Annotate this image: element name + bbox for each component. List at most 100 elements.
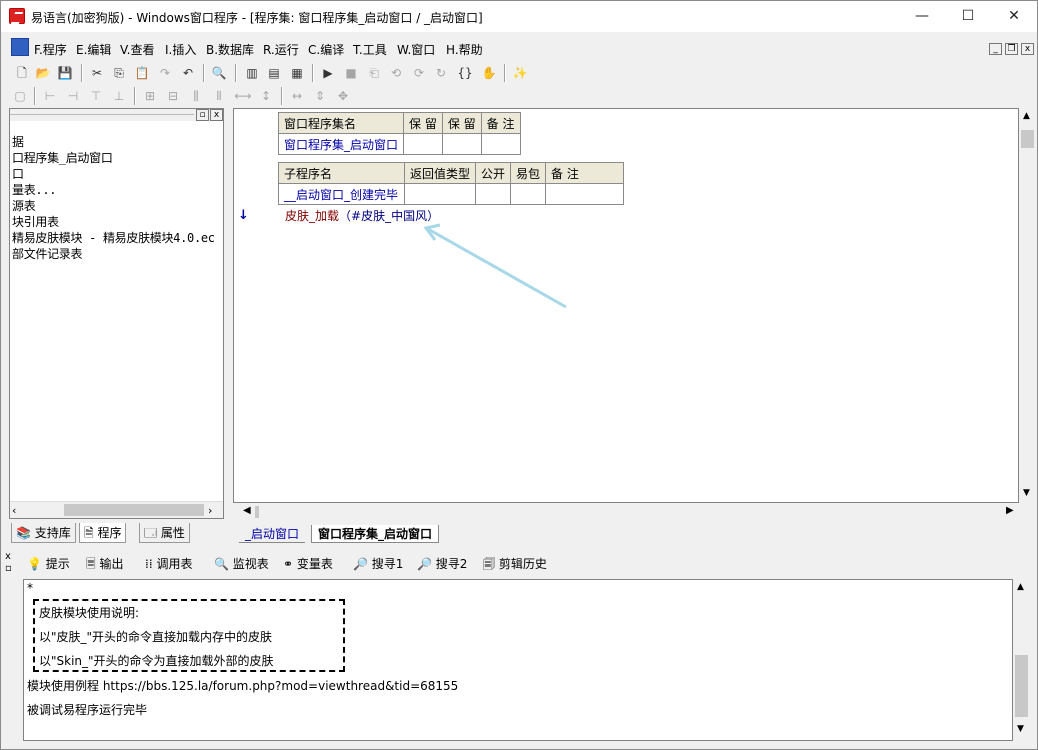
public-cell[interactable] bbox=[475, 183, 512, 205]
menu-compile[interactable]: C.编译 bbox=[308, 41, 344, 58]
menu-help[interactable]: H.帮助 bbox=[446, 41, 483, 58]
braces-icon[interactable]: {} bbox=[456, 64, 474, 82]
new-file-icon[interactable]: 🗋 bbox=[13, 64, 31, 82]
menu-edit[interactable]: E.编辑 bbox=[76, 41, 111, 58]
save-icon[interactable]: 💾 bbox=[56, 64, 74, 82]
align-bottom-icon[interactable]: ⊥ bbox=[110, 87, 128, 105]
scroll-right-icon[interactable]: › bbox=[208, 504, 212, 517]
tab-search-2[interactable]: 🔎 搜寻2 bbox=[417, 554, 467, 574]
output-example-link[interactable]: 模块使用例程 https://bbs.125.la/forum.php?mod=… bbox=[27, 677, 458, 694]
scroll-right-icon[interactable]: ▶ bbox=[1006, 505, 1014, 516]
make-height-icon[interactable]: ⇕ bbox=[311, 87, 329, 105]
run-to-cursor-icon[interactable]: ↻ bbox=[432, 64, 450, 82]
tree-item-external-files[interactable]: 部文件记录表 bbox=[12, 245, 83, 262]
reserved-cell[interactable] bbox=[441, 133, 482, 155]
code-line[interactable]: 皮肤_加载（#皮肤_中国风） bbox=[285, 207, 439, 224]
align-right-icon[interactable]: ⊣ bbox=[64, 87, 82, 105]
make-width-icon[interactable]: ↔ bbox=[288, 87, 306, 105]
remark-cell[interactable] bbox=[480, 133, 521, 155]
tab-hint[interactable]: 💡 提示 bbox=[27, 554, 70, 574]
copy-icon[interactable]: ⎘ bbox=[110, 64, 128, 82]
cut-icon[interactable]: ✂ bbox=[88, 64, 106, 82]
editor-vertical-scrollbar[interactable]: ▲ ▼ bbox=[1019, 108, 1036, 503]
layout-left-icon[interactable]: ▥ bbox=[243, 64, 261, 82]
scroll-thumb[interactable] bbox=[1021, 130, 1034, 148]
tab-clip-history[interactable]: 🗐 剪辑历史 bbox=[483, 554, 547, 574]
layout-bottom-icon[interactable]: ▤ bbox=[265, 64, 283, 82]
space-vertical-icon[interactable]: ↕ bbox=[257, 87, 275, 105]
tab-output[interactable]: 🗏 输出 bbox=[86, 554, 123, 574]
step-into-icon[interactable]: ⎗ bbox=[365, 64, 383, 82]
hand-icon[interactable]: ✋ bbox=[480, 64, 498, 82]
scroll-up-icon[interactable]: ▲ bbox=[1023, 111, 1030, 121]
tree-item-constants[interactable]: 量表... bbox=[12, 181, 56, 198]
tree-horizontal-scrollbar[interactable]: ‹ › bbox=[10, 501, 223, 518]
center-vertical-icon[interactable]: ⊟ bbox=[164, 87, 182, 105]
tab-variable-table[interactable]: ⚭ 变量表 bbox=[283, 554, 333, 574]
tab-startup-window[interactable]: _启动窗口 bbox=[239, 525, 306, 543]
scroll-up-icon[interactable]: ▲ bbox=[1017, 582, 1024, 592]
tree-item-window[interactable]: 口 bbox=[12, 165, 24, 182]
code-editor[interactable]: 窗口程序集名 保 留 保 留 备 注 窗口程序集_启动窗口 子程序名 返回值类型… bbox=[233, 108, 1019, 503]
same-width-icon[interactable]: ⦀ bbox=[210, 87, 228, 105]
tab-window-assembly[interactable]: 窗口程序集_启动窗口 bbox=[311, 525, 440, 543]
open-folder-icon[interactable]: 📂 bbox=[34, 64, 52, 82]
tab-program[interactable]: 🗎 程序 bbox=[79, 523, 127, 543]
make-size-icon[interactable]: ✥ bbox=[334, 87, 352, 105]
tab-search-1[interactable]: 🔎 搜寻1 bbox=[353, 554, 403, 574]
mdi-close-button[interactable]: x bbox=[1021, 43, 1034, 55]
scroll-left-icon[interactable]: ‹ bbox=[12, 504, 16, 517]
find-icon[interactable]: 🔍 bbox=[210, 64, 228, 82]
tree-item-data[interactable]: 据 bbox=[12, 133, 24, 150]
mdi-restore-button[interactable]: ❐ bbox=[1005, 43, 1018, 55]
menu-database[interactable]: B.数据库 bbox=[206, 41, 254, 58]
tab-properties[interactable]: 🗔 属性 bbox=[139, 523, 190, 543]
tab-call-table[interactable]: ⁞⁞ 调用表 bbox=[145, 554, 192, 574]
maximize-button[interactable]: ☐ bbox=[945, 1, 991, 32]
subroutine-name-cell[interactable]: __启动窗口_创建完毕 bbox=[278, 183, 405, 205]
run-icon[interactable]: ▶ bbox=[319, 64, 337, 82]
scroll-down-icon[interactable]: ▼ bbox=[1023, 488, 1030, 498]
tree-item-skin-module[interactable]: 精易皮肤模块 - 精易皮肤模块4.0.ec bbox=[12, 229, 215, 246]
menu-view[interactable]: V.查看 bbox=[120, 41, 154, 58]
layout-both-icon[interactable]: ▦ bbox=[288, 64, 306, 82]
minimize-button[interactable]: — bbox=[899, 1, 945, 32]
output-vertical-scrollbar[interactable]: ▲ ▼ bbox=[1013, 579, 1030, 741]
return-type-cell[interactable] bbox=[403, 183, 477, 205]
reserved-cell[interactable] bbox=[403, 133, 443, 155]
stop-icon[interactable]: ■ bbox=[342, 64, 360, 82]
panel-restore-icon[interactable]: ▫ bbox=[196, 109, 209, 121]
align-top-icon[interactable]: ⊤ bbox=[87, 87, 105, 105]
wizard-icon[interactable]: ✨ bbox=[511, 64, 529, 82]
same-height-icon[interactable]: ⫼ bbox=[187, 87, 205, 105]
redo-icon[interactable]: ↷ bbox=[156, 64, 174, 82]
tab-support-library[interactable]: 📚 支持库 bbox=[11, 523, 76, 543]
step-out-icon[interactable]: ⟳ bbox=[410, 64, 428, 82]
undo-icon[interactable]: ↶ bbox=[179, 64, 197, 82]
easy-package-cell[interactable] bbox=[510, 183, 547, 205]
paste-icon[interactable]: 📋 bbox=[133, 64, 151, 82]
scroll-thumb[interactable] bbox=[255, 506, 259, 518]
tree-item-module-refs[interactable]: 块引用表 bbox=[12, 213, 59, 230]
tab-watch-table[interactable]: 🔍 监视表 bbox=[214, 554, 269, 574]
menu-program[interactable]: F.程序 bbox=[34, 41, 67, 58]
mdi-minimize-button[interactable]: _ bbox=[989, 43, 1002, 55]
space-horizontal-icon[interactable]: ⟷ bbox=[234, 87, 252, 105]
step-over-icon[interactable]: ⟲ bbox=[387, 64, 405, 82]
menu-window[interactable]: W.窗口 bbox=[397, 41, 435, 58]
splitter[interactable] bbox=[226, 108, 232, 520]
remark-cell[interactable] bbox=[545, 183, 625, 205]
scroll-down-icon[interactable]: ▼ bbox=[1017, 724, 1024, 734]
assembly-name-cell[interactable]: 窗口程序集_启动窗口 bbox=[277, 133, 405, 155]
close-button[interactable]: ✕ bbox=[991, 1, 1037, 32]
menu-run[interactable]: R.运行 bbox=[263, 41, 299, 58]
tree-item-window-assembly[interactable]: 口程序集_启动窗口 bbox=[12, 149, 113, 166]
editor-horizontal-scrollbar[interactable]: ◀ ▶ bbox=[233, 504, 1019, 521]
menu-tools[interactable]: T.工具 bbox=[353, 41, 387, 58]
scroll-thumb[interactable] bbox=[64, 504, 204, 516]
panel-close-icon[interactable]: x bbox=[210, 109, 223, 121]
scroll-thumb[interactable] bbox=[1015, 655, 1028, 717]
center-horizontal-icon[interactable]: ⊞ bbox=[141, 87, 159, 105]
align-left-icon[interactable]: ⊢ bbox=[41, 87, 59, 105]
tree-item-resources[interactable]: 源表 bbox=[12, 197, 36, 214]
